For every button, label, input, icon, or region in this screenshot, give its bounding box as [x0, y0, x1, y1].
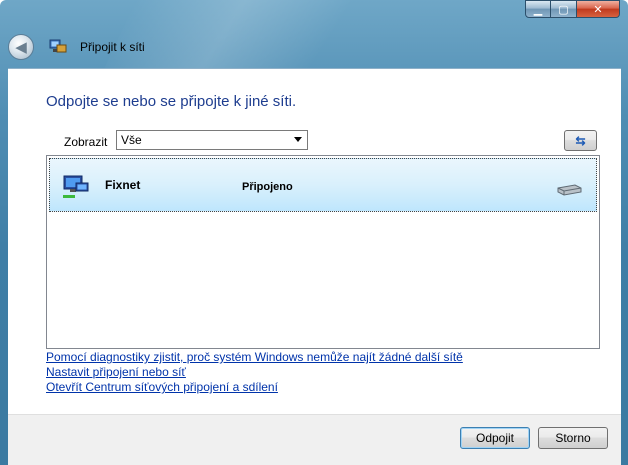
maximize-icon: ▢	[558, 2, 569, 16]
refresh-icon: ⇆	[575, 133, 586, 148]
page-heading: Odpojte se nebo se připojte k jiné síti.	[46, 93, 297, 110]
content-area: Odpojte se nebo se připojte k jiné síti.…	[8, 68, 621, 415]
filter-dropdown[interactable]: Vše	[116, 130, 308, 150]
network-computer-icon	[62, 173, 90, 201]
help-links: Pomocí diagnostiky zjistit, proč systém …	[46, 350, 463, 395]
network-center-link[interactable]: Otevřít Centrum síťových připojení a sdí…	[46, 380, 463, 395]
refresh-button[interactable]: ⇆	[564, 130, 597, 151]
close-button[interactable]: ✕	[577, 0, 620, 18]
back-arrow-icon: ◀	[15, 39, 27, 56]
disconnect-button[interactable]: Odpojit	[460, 427, 530, 449]
maximize-button[interactable]: ▢	[551, 0, 577, 18]
minimize-button[interactable]: ▁	[525, 0, 551, 18]
setup-connection-link[interactable]: Nastavit připojení nebo síť	[46, 365, 463, 380]
cancel-button[interactable]: Storno	[538, 427, 608, 449]
button-bar: Odpojit Storno	[8, 414, 621, 465]
network-title-icon	[49, 39, 67, 55]
wired-connection-icon	[555, 183, 583, 197]
dialog-window: ▁ ▢ ✕ ◀ Připojit k síti Odpojte se nebo …	[0, 0, 628, 465]
navigation-bar: ◀ Připojit k síti	[8, 33, 145, 61]
filter-selected-value: Vše	[121, 133, 142, 147]
network-status: Připojeno	[242, 181, 293, 193]
network-list-item[interactable]: Fixnet Připojeno	[49, 158, 597, 212]
filter-label: Zobrazit	[64, 135, 108, 149]
close-icon: ✕	[593, 2, 603, 16]
caption-buttons: ▁ ▢ ✕	[525, 0, 620, 18]
minimize-icon: ▁	[533, 2, 543, 16]
glass-decoration	[103, 0, 397, 70]
diagnostics-link[interactable]: Pomocí diagnostiky zjistit, proč systém …	[46, 350, 463, 365]
network-name: Fixnet	[105, 178, 141, 192]
back-button[interactable]: ◀	[8, 34, 34, 60]
network-list: Fixnet Připojeno	[46, 155, 600, 349]
dropdown-arrow-icon	[294, 137, 302, 142]
window-title: Připojit k síti	[80, 40, 145, 54]
